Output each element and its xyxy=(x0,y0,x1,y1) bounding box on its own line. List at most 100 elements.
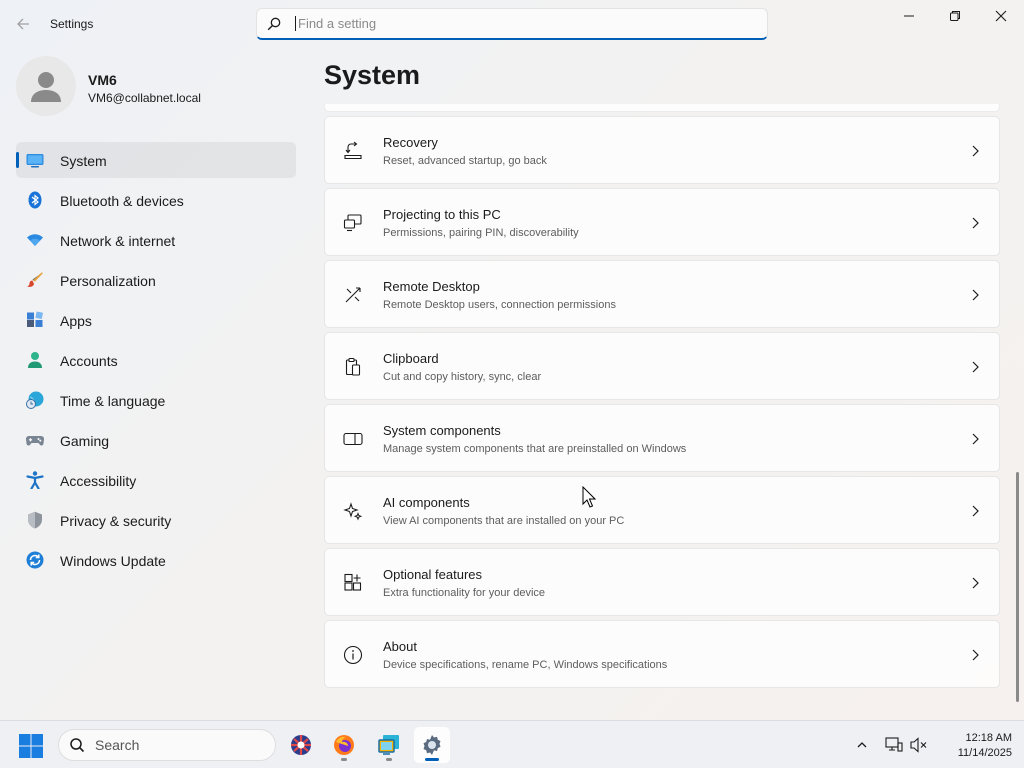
gamepad-icon xyxy=(26,435,44,446)
sidebar-item-label: Personalization xyxy=(60,273,156,289)
chevron-up-icon xyxy=(857,742,867,748)
maximize-button[interactable] xyxy=(932,0,978,32)
title-bar: Settings xyxy=(0,0,1024,48)
sidebar-item-label: Time & language xyxy=(60,393,166,409)
chevron-right-icon xyxy=(972,145,979,157)
projecting-icon xyxy=(343,214,362,232)
clock-time: 12:18 AM xyxy=(965,732,1012,744)
wifi-icon xyxy=(27,234,43,246)
chevron-right-icon xyxy=(972,289,979,301)
taskbar-app-remote[interactable] xyxy=(371,727,407,763)
sidebar-item-time-language[interactable]: Time & language xyxy=(16,382,296,418)
apps-icon xyxy=(27,311,44,327)
mouse-cursor-icon xyxy=(582,486,596,508)
chevron-right-icon xyxy=(972,433,979,445)
card-remote-desktop[interactable]: Remote Desktop Remote Desktop users, con… xyxy=(324,260,1000,328)
recovery-icon xyxy=(344,141,362,160)
search-icon xyxy=(69,737,85,753)
info-icon xyxy=(343,645,363,665)
card-title: Recovery xyxy=(383,135,438,150)
sidebar-item-apps[interactable]: Apps xyxy=(16,302,296,338)
sidebar-item-system[interactable]: System xyxy=(16,142,296,178)
taskbar-search-label: Search xyxy=(95,737,140,753)
tray-display-button[interactable] xyxy=(882,733,906,757)
sidebar-item-label: Bluetooth & devices xyxy=(60,193,184,209)
card-subtitle: Cut and copy history, sync, clear xyxy=(383,371,542,383)
card-subtitle: Extra functionality for your device xyxy=(383,587,546,599)
page-title: System xyxy=(324,60,421,90)
sidebar-item-label: Windows Update xyxy=(60,553,166,569)
settings-window: Settings VM6 VM6@collabnet.local System xyxy=(0,0,1024,720)
sidebar-item-privacy[interactable]: Privacy & security xyxy=(16,502,296,538)
show-hidden-icons-button[interactable] xyxy=(850,733,874,757)
card-subtitle: Permissions, pairing PIN, discoverabilit… xyxy=(383,227,579,239)
running-indicator xyxy=(425,758,439,761)
fluent-app-icon xyxy=(291,735,311,755)
chevron-right-icon xyxy=(972,649,979,661)
settings-search-box[interactable] xyxy=(256,8,768,40)
card-title: AI components xyxy=(383,495,470,510)
taskbar-app-settings[interactable] xyxy=(414,727,450,763)
settings-app-icon xyxy=(423,735,441,755)
sidebar-item-label: Accessibility xyxy=(60,473,137,489)
running-indicator xyxy=(341,758,347,761)
avatar[interactable] xyxy=(16,56,76,116)
card-projecting[interactable]: Projecting to this PC Permissions, pairi… xyxy=(324,188,1000,256)
sidebar-item-personalization[interactable]: Personalization xyxy=(16,262,296,298)
sidebar-item-label: Gaming xyxy=(60,433,110,449)
shield-icon xyxy=(28,511,42,529)
network-display-icon xyxy=(885,737,903,752)
taskbar-search[interactable]: Search xyxy=(58,729,276,761)
user-avatar-icon xyxy=(31,72,61,102)
back-arrow-icon xyxy=(17,18,29,30)
update-icon xyxy=(26,551,44,569)
search-input[interactable] xyxy=(295,16,735,31)
card-title: Clipboard xyxy=(383,351,439,366)
remote-desktop-app-icon xyxy=(378,735,399,755)
taskbar-app-1[interactable] xyxy=(283,727,319,763)
card-optional-features[interactable]: Optional features Extra functionality fo… xyxy=(324,548,1000,616)
optional-features-icon xyxy=(344,573,362,591)
sidebar-item-bluetooth[interactable]: Bluetooth & devices xyxy=(16,182,296,218)
sidebar-item-label: Network & internet xyxy=(60,233,176,249)
minimize-icon xyxy=(904,15,914,17)
chevron-right-icon xyxy=(972,361,979,373)
card-ai-components[interactable]: AI components View AI components that ar… xyxy=(324,476,1000,544)
chevron-right-icon xyxy=(972,217,979,229)
sidebar-item-windows-update[interactable]: Windows Update xyxy=(16,542,296,578)
sidebar-item-network[interactable]: Network & internet xyxy=(16,222,296,258)
sparkle-icon xyxy=(343,502,363,521)
sidebar-item-label: Apps xyxy=(60,313,92,329)
card-system-components[interactable]: System components Manage system componen… xyxy=(324,404,1000,472)
start-button[interactable] xyxy=(18,733,44,759)
card-recovery[interactable]: Recovery Reset, advanced startup, go bac… xyxy=(324,116,1000,184)
taskbar-app-firefox[interactable] xyxy=(326,727,362,763)
volume-muted-icon xyxy=(910,737,927,753)
chevron-right-icon xyxy=(972,577,979,589)
clock-date: 11/14/2025 xyxy=(957,747,1012,759)
sidebar-item-label: System xyxy=(60,153,107,169)
taskbar-clock[interactable]: 12:18 AM 11/14/2025 xyxy=(936,731,1012,761)
close-button[interactable] xyxy=(978,0,1024,32)
close-icon xyxy=(995,10,1007,22)
card-clipboard[interactable]: Clipboard Cut and copy history, sync, cl… xyxy=(324,332,1000,400)
sidebar-item-accessibility[interactable]: Accessibility xyxy=(16,462,296,498)
vertical-scrollbar[interactable] xyxy=(1016,472,1019,702)
card-title: Optional features xyxy=(383,567,483,582)
app-title: Settings xyxy=(50,17,94,31)
card-about[interactable]: About Device specifications, rename PC, … xyxy=(324,620,1000,688)
card-title: Projecting to this PC xyxy=(383,207,501,222)
sidebar-item-label: Privacy & security xyxy=(60,513,172,529)
user-email: VM6@collabnet.local xyxy=(88,91,201,105)
card-title: System components xyxy=(383,423,501,438)
card-subtitle: Manage system components that are preins… xyxy=(383,443,687,455)
restore-icon xyxy=(950,11,960,21)
card-title: Remote Desktop xyxy=(383,279,480,294)
sidebar-item-gaming[interactable]: Gaming xyxy=(16,422,296,458)
accessibility-icon xyxy=(26,471,44,489)
back-button[interactable] xyxy=(10,12,36,36)
sidebar-item-accounts[interactable]: Accounts xyxy=(16,342,296,378)
tray-volume-button[interactable] xyxy=(907,733,931,757)
card-subtitle: Device specifications, rename PC, Window… xyxy=(383,659,668,671)
minimize-button[interactable] xyxy=(886,0,932,32)
